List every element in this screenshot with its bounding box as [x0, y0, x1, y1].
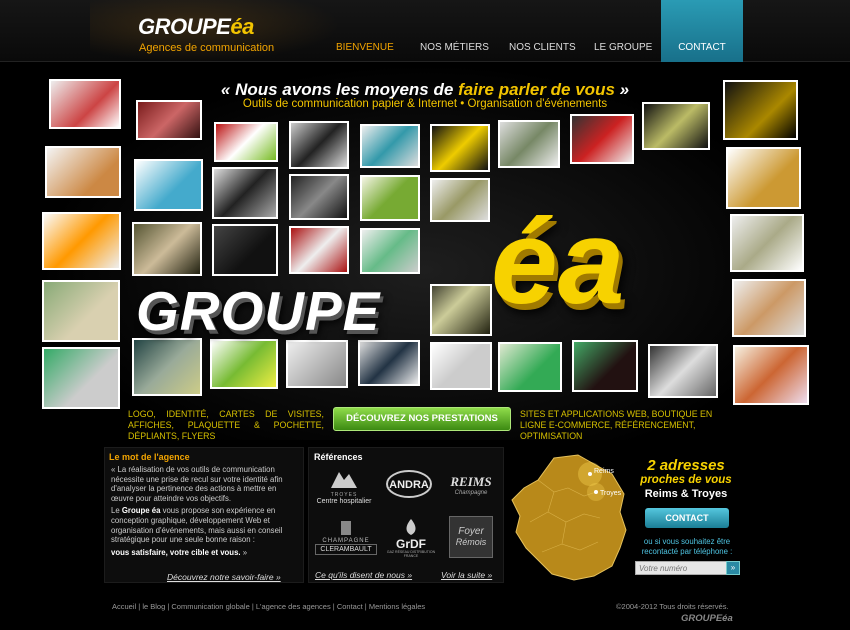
- portfolio-tile: [286, 340, 348, 388]
- portfolio-tile: [42, 212, 121, 270]
- portfolio-tile: [360, 175, 420, 221]
- footer-link-accueil[interactable]: Accueil: [112, 602, 136, 611]
- nav-le-groupe[interactable]: LE GROUPE: [594, 42, 652, 53]
- map-label-reims: Reims: [594, 468, 614, 475]
- ref-logo-clerambault[interactable]: CHAMPAGNE CLERAMBAULT: [315, 520, 377, 555]
- hero-ea-3d-text: éa: [491, 195, 625, 329]
- nav-bienvenue[interactable]: BIENVENUE: [336, 42, 394, 53]
- callback-text: ou si vous souhaitez être recontacté par…: [641, 537, 733, 556]
- portfolio-tile: [289, 174, 349, 220]
- portfolio-tile: [358, 340, 420, 386]
- centre-hospitalier-icon: [331, 472, 357, 488]
- portfolio-tile: [723, 80, 798, 140]
- footer-link-contact[interactable]: Contact: [337, 602, 363, 611]
- logo-wordmark: GROUPEéa: [138, 14, 254, 39]
- addresses-subtitle: proches de vous: [640, 474, 732, 486]
- logo-tagline: Agences de communication: [139, 42, 275, 54]
- references-panel: Références TROYES Centre hospitalier AND…: [308, 447, 504, 583]
- portfolio-tile: [430, 342, 492, 390]
- site-header: GROUPEéa Agences de communication BIENVE…: [0, 0, 850, 62]
- map-label-troyes: Troyes: [600, 490, 622, 497]
- savoir-faire-link[interactable]: Découvrez notre savoir-faire »: [167, 572, 281, 582]
- agency-word-panel: Le mot de l'agence « La réalisation de v…: [104, 447, 304, 583]
- portfolio-tile: [45, 146, 121, 198]
- references-title: Références: [314, 452, 363, 462]
- portfolio-tile: [572, 340, 638, 392]
- testimonials-link[interactable]: Ce qu'ils disent de nous »: [315, 570, 412, 580]
- portfolio-tile: [430, 284, 492, 336]
- footer-link-communication[interactable]: Communication globale: [171, 602, 249, 611]
- portfolio-tile: [498, 342, 562, 392]
- portfolio-tile: [430, 124, 490, 172]
- portfolio-tile: [732, 279, 806, 337]
- hero-banner: « Nous avons les moyens de faire parler …: [36, 62, 814, 440]
- andra-swoosh-icon: ANDRA: [386, 470, 432, 498]
- contact-button[interactable]: CONTACT: [645, 508, 729, 528]
- portfolio-tile: [212, 224, 278, 276]
- nav-nos-metiers[interactable]: NOS MÉTIERS: [420, 42, 489, 53]
- portfolio-tile: [210, 339, 278, 389]
- references-more-link[interactable]: Voir la suite »: [441, 570, 492, 580]
- phone-number-input[interactable]: [635, 561, 727, 575]
- footer-link-blog[interactable]: le Blog: [142, 602, 165, 611]
- portfolio-tile: [49, 79, 121, 129]
- discover-services-button[interactable]: DÉCOUVREZ NOS PRESTATIONS: [333, 407, 511, 431]
- ref-logo-centre-hospitalier[interactable]: TROYES Centre hospitalier: [313, 468, 375, 505]
- nav-contact[interactable]: CONTACT: [661, 0, 743, 62]
- portfolio-tile: [360, 124, 420, 168]
- footer-logo[interactable]: GROUPEéa: [681, 613, 733, 624]
- addresses-title: 2 adresses: [647, 457, 725, 474]
- agency-word-title: Le mot de l'agence: [109, 452, 190, 462]
- portfolio-tile: [132, 222, 202, 276]
- ref-logo-reims[interactable]: REIMS Champagne: [441, 474, 501, 496]
- portfolio-tile: [430, 178, 490, 222]
- portfolio-tile: [42, 347, 120, 409]
- web-services-text: Sites et applications web, boutique en l…: [520, 409, 713, 441]
- hero-groupe-3d-text: GROUPE: [136, 280, 381, 342]
- portfolio-tile: [289, 121, 349, 169]
- portfolio-tile: [42, 280, 120, 342]
- portfolio-tile: [289, 226, 349, 274]
- portfolio-tile: [733, 345, 809, 405]
- portfolio-tile: [212, 167, 278, 219]
- portfolio-tile: [360, 228, 420, 274]
- ref-logo-grdf[interactable]: GrDF GAZ RÉSEAU DISTRIBUTION FRANCE: [381, 518, 441, 558]
- copyright: ©2004-2012 Tous droits réservés.: [616, 602, 729, 611]
- svg-text:ANDRA: ANDRA: [389, 479, 429, 491]
- portfolio-tile: [132, 338, 202, 396]
- footer-link-agence[interactable]: L'agence des agences: [256, 602, 331, 611]
- portfolio-tile: [642, 102, 710, 150]
- portfolio-tile: [134, 159, 203, 211]
- addresses-cities: Reims & Troyes: [644, 488, 728, 500]
- footer-links: Accueil | le Blog | Communication global…: [112, 602, 426, 611]
- portfolio-tile: [570, 114, 634, 164]
- portfolio-tile: [214, 122, 278, 162]
- portfolio-tile: [136, 100, 202, 140]
- portfolio-tile: [648, 344, 718, 398]
- nav-nos-clients[interactable]: NOS CLIENTS: [509, 42, 576, 53]
- portfolio-tile: [726, 147, 801, 209]
- site-logo[interactable]: GROUPEéa Agences de communication: [138, 14, 278, 56]
- clerambault-crest-icon: [341, 521, 351, 535]
- footer-link-mentions[interactable]: Mentions légales: [369, 602, 425, 611]
- france-map: Reims Troyes: [511, 454, 627, 581]
- portfolio-tile: [498, 120, 560, 168]
- print-services-text: Logo, identité, cartes de visites, affic…: [128, 409, 324, 441]
- agency-word-text: « La réalisation de vos outils de commun…: [111, 465, 283, 557]
- portfolio-tile: [730, 214, 804, 272]
- phone-submit-button[interactable]: »: [726, 561, 740, 575]
- grdf-flame-icon: [406, 519, 416, 535]
- ref-logo-foyer-remois[interactable]: Foyer Rémois: [449, 516, 493, 558]
- ref-logo-andra[interactable]: ANDRA: [381, 468, 437, 502]
- hero-slogan: « Nous avons les moyens de faire parler …: [220, 80, 630, 99]
